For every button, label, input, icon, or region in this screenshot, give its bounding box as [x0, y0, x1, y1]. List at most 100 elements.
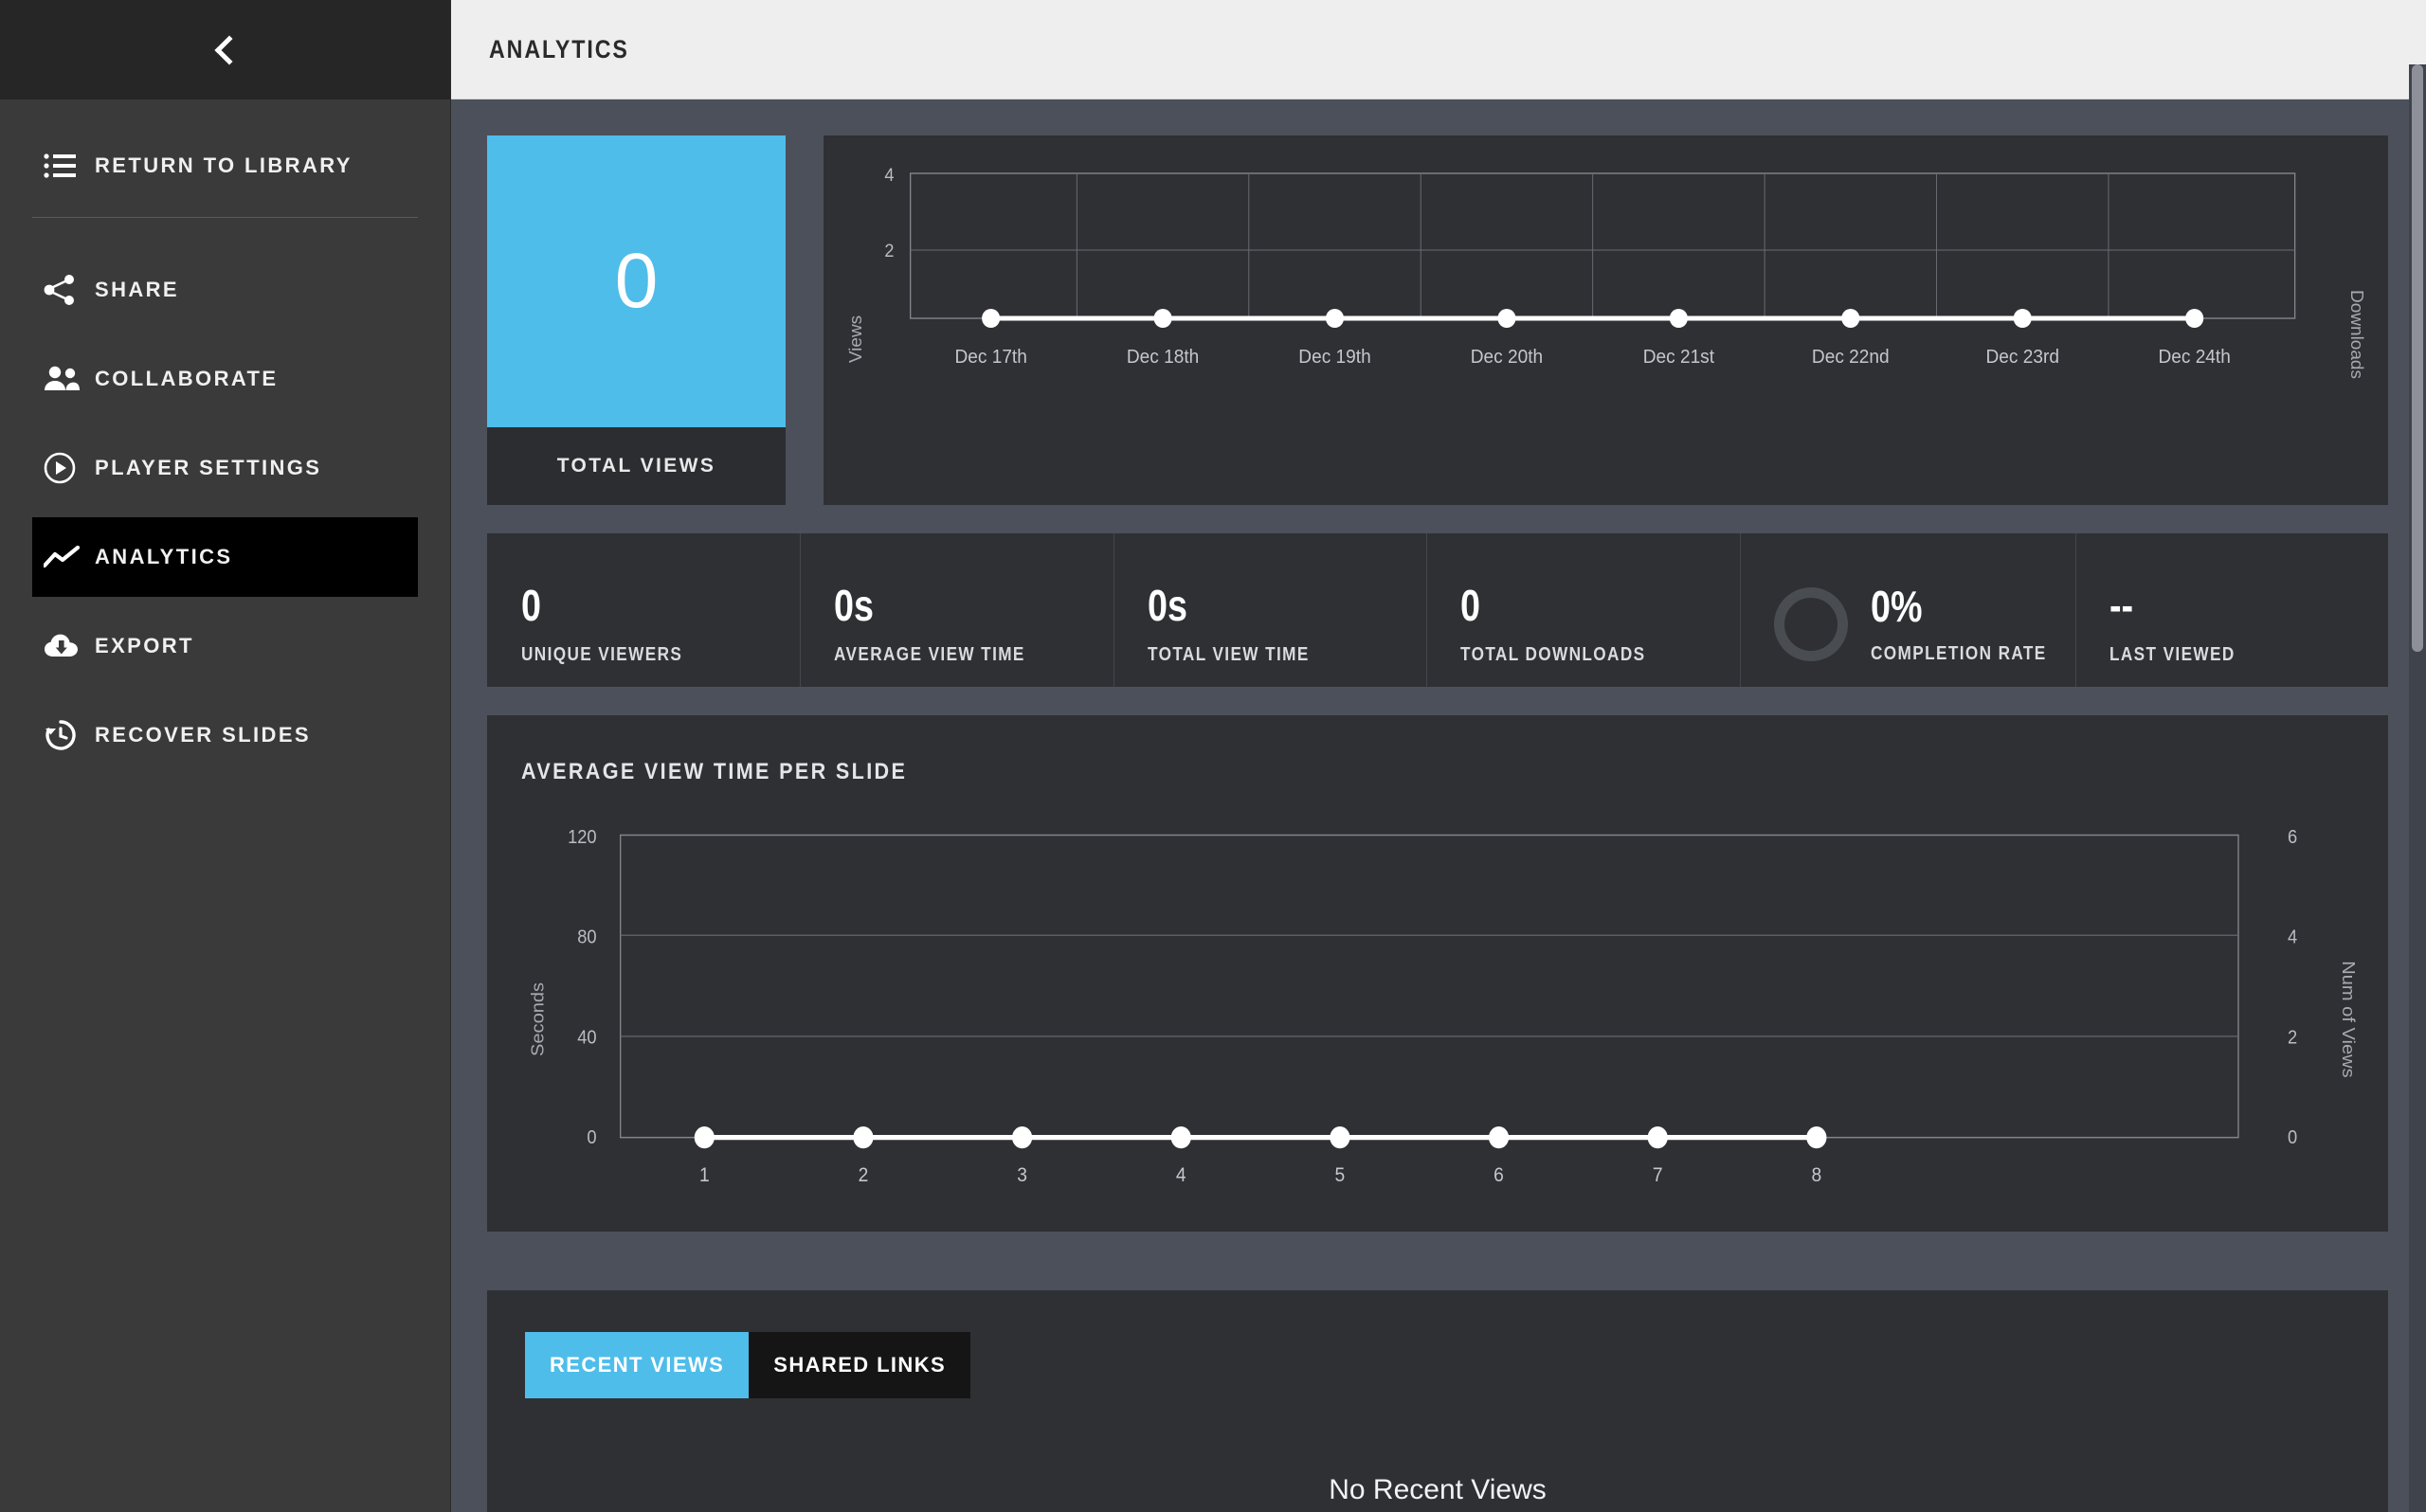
stat-value: 0: [1460, 580, 1481, 630]
stat-unique-viewers: 0 UNIQUE VIEWERS: [487, 533, 800, 687]
stat-value: 0s: [834, 580, 875, 630]
chart2-y2tick-4: 4: [2288, 927, 2297, 948]
stat-label: UNIQUE VIEWERS: [521, 643, 683, 665]
chart1-point: [1669, 309, 1688, 328]
sidebar-header: [0, 0, 450, 99]
slide-chart-title: AVERAGE VIEW TIME PER SLIDE: [521, 759, 908, 784]
total-views-value-area: 0: [487, 135, 786, 427]
stat-value: 0: [521, 580, 541, 630]
recent-activity-card: RECENT VIEWS SHARED LINKS No Recent View…: [487, 1290, 2388, 1512]
tab-shared-links[interactable]: SHARED LINKS: [749, 1332, 971, 1398]
stat-label: TOTAL DOWNLOADS: [1460, 643, 1646, 665]
chart2-xtick: 8: [1811, 1164, 1821, 1186]
chart2-xtick: 1: [699, 1164, 710, 1186]
chart2-ytick-120: 120: [568, 827, 597, 848]
stat-value: 0%: [1870, 581, 1923, 631]
sidebar-item-recover-slides[interactable]: RECOVER SLIDES: [32, 695, 418, 775]
sidebar-item-analytics[interactable]: ANALYTICS: [32, 517, 418, 597]
chart1-point: [2013, 309, 2032, 328]
chart2-y2tick-6: 6: [2288, 827, 2297, 848]
views-downloads-chart: Views Downloads 4 2 Dec 17th Dec 18th De…: [846, 165, 2367, 379]
cloud-download-icon: [44, 633, 95, 659]
chart1-point: [1497, 309, 1516, 328]
stat-average-view-time: 0s AVERAGE VIEW TIME: [800, 533, 1113, 687]
sidebar-item-player-settings[interactable]: PLAYER SETTINGS: [32, 428, 418, 508]
total-views-label-area: TOTAL VIEWS: [487, 427, 786, 505]
chart2-xtick: 5: [1335, 1164, 1346, 1186]
chart2-xtick: 7: [1653, 1164, 1663, 1186]
analytics-app: RETURN TO LIBRARY SHARE COLLABORATE PLAY…: [0, 0, 2426, 1512]
tab-label: SHARED LINKS: [773, 1353, 947, 1377]
chart2-point: [1647, 1126, 1668, 1149]
chart2-point: [1806, 1126, 1827, 1149]
sidebar-item-label: RETURN TO LIBRARY: [95, 153, 353, 177]
total-views-value: 0: [614, 238, 659, 324]
views-downloads-chart-card: Views Downloads 4 2 Dec 17th Dec 18th De…: [824, 135, 2388, 505]
analytics-content: 0 TOTAL VIEWS Views Downloads 4 2 Dec 17…: [451, 99, 2426, 1512]
chart1-point: [2185, 309, 2204, 328]
page-title: ANALYTICS: [489, 34, 629, 63]
chart1-ytick-4: 4: [884, 165, 894, 185]
sidebar-divider: [32, 217, 418, 218]
sidebar-item-share[interactable]: SHARE: [32, 250, 418, 330]
sidebar-item-collaborate[interactable]: COLLABORATE: [32, 339, 418, 419]
chart2-xtick: 4: [1176, 1164, 1186, 1186]
chart2-ytick-40: 40: [577, 1028, 596, 1049]
chart1-xtick: Dec 21st: [1643, 347, 1715, 369]
chart1-xtick: Dec 23rd: [1985, 347, 2058, 369]
stat-value: --: [2109, 580, 2133, 630]
chart1-point: [982, 309, 1001, 328]
scrollbar-thumb[interactable]: [2412, 64, 2423, 652]
chart2-ytick-0: 0: [587, 1127, 596, 1148]
sidebar-item-label: SHARE: [95, 278, 180, 301]
history-clock-icon: [44, 719, 95, 751]
main-area: ANALYTICS 0 TOTAL VIEWS Views Downloads …: [451, 0, 2426, 1512]
people-icon: [44, 366, 95, 392]
stat-completion-rate: 0% COMPLETION RATE: [1739, 533, 2075, 687]
chart1-xtick: Dec 22nd: [1812, 347, 1890, 369]
play-circle-icon: [44, 452, 95, 484]
chart2-ytick-80: 80: [577, 927, 596, 948]
sidebar-item-export[interactable]: EXPORT: [32, 606, 418, 686]
chart1-ytick-2: 2: [884, 241, 894, 261]
chart2-point: [694, 1126, 715, 1149]
stat-value: 0s: [1147, 580, 1187, 630]
stat-label: TOTAL VIEW TIME: [1147, 643, 1310, 665]
stat-total-downloads: 0 TOTAL DOWNLOADS: [1426, 533, 1739, 687]
tab-label: RECENT VIEWS: [550, 1353, 725, 1377]
chart2-ylabel: Seconds: [529, 982, 548, 1056]
chart2-xtick: 2: [859, 1164, 869, 1186]
stat-label: COMPLETION RATE: [1870, 642, 2047, 664]
average-view-time-per-slide-chart: Seconds Num of Views 120 80 40 0 6 4 2 0: [529, 827, 2357, 1186]
chart2-xtick: 6: [1494, 1164, 1504, 1186]
trend-line-icon: [44, 546, 95, 568]
chart2-y2label: Num of Views: [2338, 961, 2357, 1077]
chart2-point: [1488, 1126, 1510, 1149]
sidebar-item-label: EXPORT: [95, 634, 194, 657]
chart1-point: [1325, 309, 1345, 328]
chart2-y2tick-0: 0: [2288, 1127, 2297, 1148]
share-icon: [44, 275, 95, 305]
chart2-point: [1330, 1126, 1350, 1149]
stat-last-viewed: -- LAST VIEWED: [2074, 533, 2388, 687]
chart1-ylabel: Views: [846, 315, 866, 363]
sidebar-item-return-to-library[interactable]: RETURN TO LIBRARY: [32, 126, 418, 206]
completion-rate-ring-icon: [1773, 587, 1848, 661]
sidebar-item-label: RECOVER SLIDES: [95, 723, 311, 747]
slide-chart-wrap: Seconds Num of Views 120 80 40 0 6 4 2 0: [487, 785, 2388, 1232]
sidebar-collapse-button[interactable]: [197, 22, 254, 79]
empty-state-message: No Recent Views: [1329, 1474, 1547, 1505]
main-scrollbar[interactable]: [2409, 64, 2426, 1512]
chart2-point: [1012, 1126, 1033, 1149]
overview-row: 0 TOTAL VIEWS Views Downloads 4 2 Dec 17…: [487, 135, 2388, 505]
chart2-point: [853, 1126, 874, 1149]
average-view-time-per-slide-card: AVERAGE VIEW TIME PER SLIDE Seconds Num …: [487, 715, 2388, 1232]
chart1-y2label: Downloads: [2347, 290, 2367, 379]
stat-label: AVERAGE VIEW TIME: [834, 643, 1026, 665]
tab-recent-views[interactable]: RECENT VIEWS: [525, 1332, 750, 1398]
top-bar: ANALYTICS: [451, 0, 2426, 99]
sidebar-item-label: PLAYER SETTINGS: [95, 456, 322, 479]
sidebar-item-label: COLLABORATE: [95, 367, 279, 390]
total-views-card: 0 TOTAL VIEWS: [487, 135, 786, 505]
total-views-label: TOTAL VIEWS: [556, 455, 716, 477]
